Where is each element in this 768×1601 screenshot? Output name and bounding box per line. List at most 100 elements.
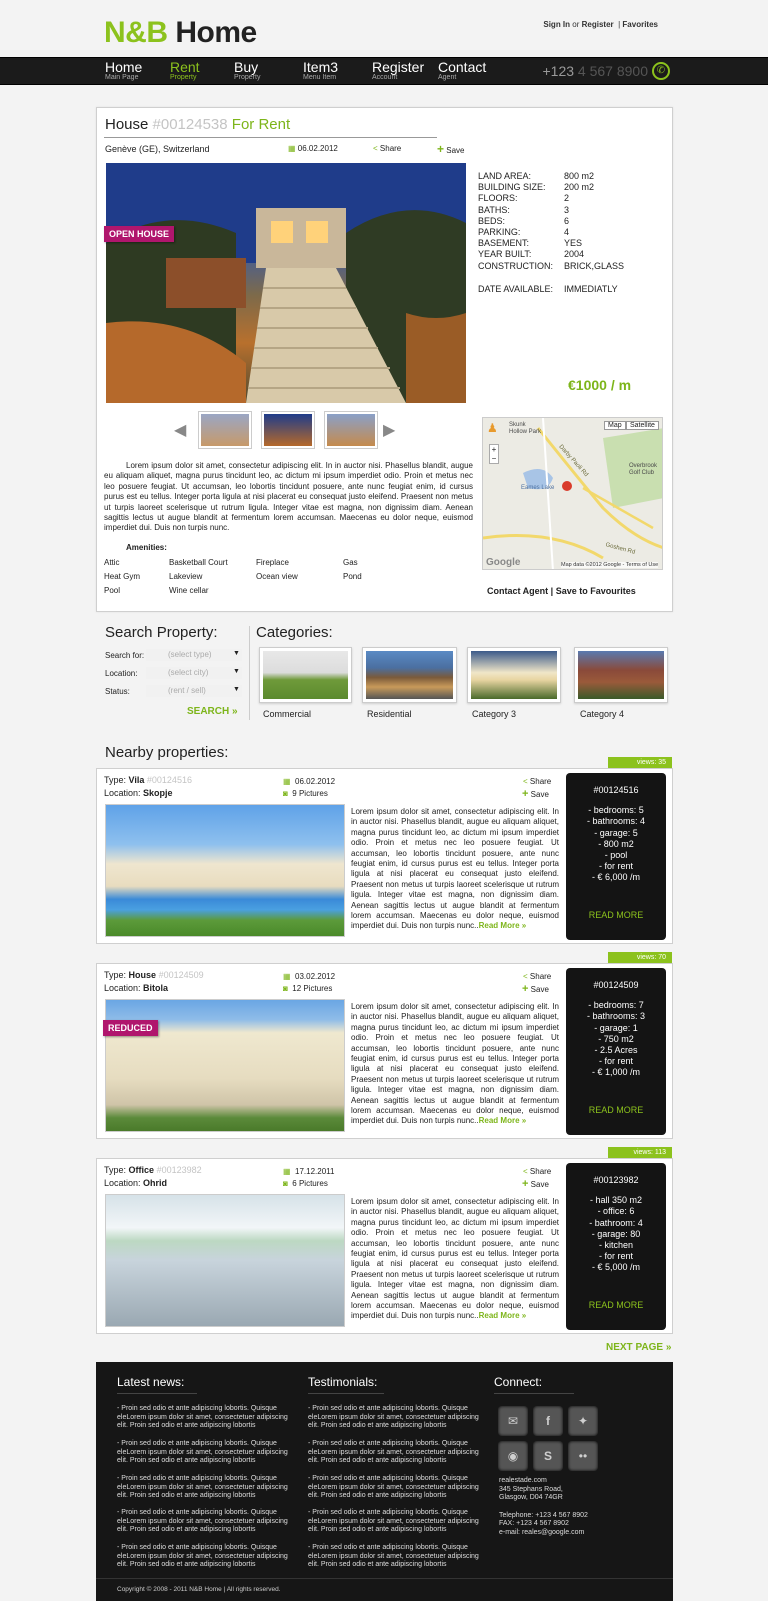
- status-label: Status:: [105, 687, 130, 696]
- search-status-select[interactable]: (rent / sell): [146, 685, 242, 697]
- testimonial-item: - Proin sed odio et ante adipiscing lobo…: [308, 1544, 479, 1569]
- summary-feature: - bathrooms: 4: [586, 816, 646, 827]
- rss-icon[interactable]: ◉: [498, 1441, 528, 1471]
- category-label[interactable]: Residential: [367, 709, 412, 719]
- card-pictures-text: 9 Pictures: [292, 789, 328, 798]
- calendar-icon: ▦: [283, 972, 291, 981]
- card-pictures[interactable]: ◙ 9 Pictures: [283, 789, 328, 798]
- read-more-button[interactable]: READ MORE: [566, 1300, 666, 1311]
- category-residential[interactable]: [362, 647, 457, 703]
- category-3[interactable]: [467, 647, 561, 703]
- facebook-icon[interactable]: f: [533, 1406, 563, 1436]
- category-commercial[interactable]: [259, 647, 352, 703]
- nav-rent[interactable]: Rent Property: [170, 60, 200, 82]
- main-property-image[interactable]: [106, 163, 466, 403]
- card-image[interactable]: [105, 804, 345, 937]
- nav-item3[interactable]: Item3 Menu Item: [303, 60, 338, 82]
- summary-feature: - 800 m2: [598, 838, 634, 849]
- satellite-button[interactable]: Satellite: [626, 421, 659, 430]
- contact-agent-link[interactable]: Contact Agent: [487, 586, 548, 596]
- nav-contact[interactable]: Contact Agent: [438, 60, 486, 82]
- location-map[interactable]: Map Satellite ♟ + − Skunk Hollow Park Ove…: [482, 417, 663, 570]
- card-pictures[interactable]: ◙ 6 Pictures: [283, 1179, 328, 1188]
- footer-divider: [96, 1578, 673, 1579]
- thumbnail[interactable]: [324, 411, 378, 449]
- map-button[interactable]: Map: [604, 421, 626, 430]
- listing-description: Lorem ipsum dolor sit amet, consectetur …: [104, 461, 473, 533]
- location-value: Bitola: [143, 983, 169, 993]
- thumbnail[interactable]: [261, 411, 315, 449]
- listing-date-text: 06.02.2012: [297, 144, 338, 153]
- next-page-link[interactable]: NEXT PAGE »: [606, 1342, 671, 1353]
- latest-news-title: Latest news:: [117, 1375, 197, 1394]
- next-arrow-icon[interactable]: ▶: [383, 420, 395, 440]
- share-link[interactable]: < Share: [373, 144, 401, 153]
- read-more-link[interactable]: Read More »: [479, 921, 527, 930]
- map-illustration: [483, 418, 662, 569]
- specs-table: LAND AREA: 800 m2 BUILDING SIZE: 200 m2 FL…: [478, 171, 624, 295]
- card-date: ▦ 03.02.2012: [283, 972, 335, 981]
- news-item[interactable]: - Proin sed odio et ante adipiscing lobo…: [117, 1475, 293, 1501]
- card-save[interactable]: + Save: [522, 788, 549, 800]
- email-icon[interactable]: ✉: [498, 1406, 528, 1436]
- category-label[interactable]: Category 4: [580, 709, 624, 719]
- register-link[interactable]: Register: [582, 20, 614, 29]
- skype-icon[interactable]: S: [533, 1441, 563, 1471]
- news-item[interactable]: - Proin sed odio et ante adipiscing lobo…: [117, 1440, 293, 1466]
- search-city-select[interactable]: (select city): [146, 667, 242, 679]
- flickr-icon[interactable]: ••: [568, 1441, 598, 1471]
- card-pictures[interactable]: ◙ 12 Pictures: [283, 984, 332, 993]
- thumbnail[interactable]: [198, 411, 252, 449]
- spec-row: BUILDING SIZE: 200 m2: [478, 182, 624, 193]
- logo[interactable]: N&B Home: [104, 16, 257, 50]
- save-link[interactable]: + Save: [437, 142, 464, 156]
- contact-email[interactable]: e-mail: reales@google.com: [499, 1529, 588, 1538]
- card-text-body: Lorem ipsum dolor sit amet, consectetur …: [351, 807, 559, 931]
- zoom-control[interactable]: + −: [489, 444, 499, 464]
- category-label[interactable]: Category 3: [472, 709, 516, 719]
- card-share[interactable]: < Share: [523, 972, 551, 981]
- map-label: Eames Lake: [521, 485, 555, 491]
- card-share[interactable]: < Share: [523, 777, 551, 786]
- search-type-select[interactable]: (select type): [146, 649, 242, 661]
- top-links: Sign In or Register | Favorites: [543, 20, 658, 29]
- amenity: Pond: [343, 571, 362, 581]
- type-label: Type:: [104, 1165, 127, 1175]
- news-item[interactable]: - Proin sed odio et ante adipiscing lobo…: [117, 1544, 293, 1570]
- sign-in-link[interactable]: Sign In: [543, 20, 570, 29]
- card-save[interactable]: + Save: [522, 1178, 549, 1190]
- amenity-row: Heat Gym Lakeview Ocean view Pond: [104, 569, 362, 583]
- pegman-icon[interactable]: ♟: [487, 421, 498, 435]
- twitter-icon[interactable]: ✦: [568, 1406, 598, 1436]
- read-more-link[interactable]: Read More »: [479, 1116, 527, 1125]
- summary-feature: - garage: 5: [594, 827, 638, 838]
- nav-buy[interactable]: Buy Property: [234, 60, 260, 82]
- read-more-button[interactable]: READ MORE: [566, 1105, 666, 1116]
- category-label[interactable]: Commercial: [263, 709, 311, 719]
- search-button[interactable]: SEARCH »: [187, 706, 238, 717]
- amenity: Pool: [104, 585, 121, 595]
- nav-home[interactable]: Home Main Page: [105, 60, 142, 82]
- spec-key: BATHS:: [478, 204, 510, 215]
- read-more-link[interactable]: Read More »: [479, 1311, 527, 1320]
- summary-id: #00124516: [593, 785, 639, 795]
- favorites-link[interactable]: Favorites: [622, 20, 658, 29]
- amenity-row: Pool Wine cellar: [104, 583, 362, 597]
- prev-arrow-icon[interactable]: ◀: [174, 420, 186, 440]
- amenities-title: Amenities:: [126, 543, 167, 552]
- amenity: Attic: [104, 557, 120, 567]
- read-more-button[interactable]: READ MORE: [566, 910, 666, 921]
- card-save[interactable]: + Save: [522, 983, 549, 995]
- save-favourites-link[interactable]: Save to Favourites: [556, 586, 636, 596]
- testimonial-item: - Proin sed odio et ante adipiscing lobo…: [308, 1475, 479, 1500]
- news-item[interactable]: - Proin sed odio et ante adipiscing lobo…: [117, 1509, 293, 1535]
- contact-line: Telephone: +123 4 567 8902: [499, 1511, 588, 1519]
- category-4[interactable]: [574, 647, 668, 703]
- nav-register[interactable]: Register Account: [372, 60, 424, 82]
- card-image[interactable]: [105, 999, 345, 1132]
- card-image[interactable]: [105, 1194, 345, 1327]
- card-share[interactable]: < Share: [523, 1167, 551, 1176]
- logo-nb: N&B: [104, 16, 168, 49]
- news-item[interactable]: - Proin sed odio et ante adipiscing lobo…: [117, 1405, 293, 1431]
- spec-value: 200 m2: [564, 182, 595, 193]
